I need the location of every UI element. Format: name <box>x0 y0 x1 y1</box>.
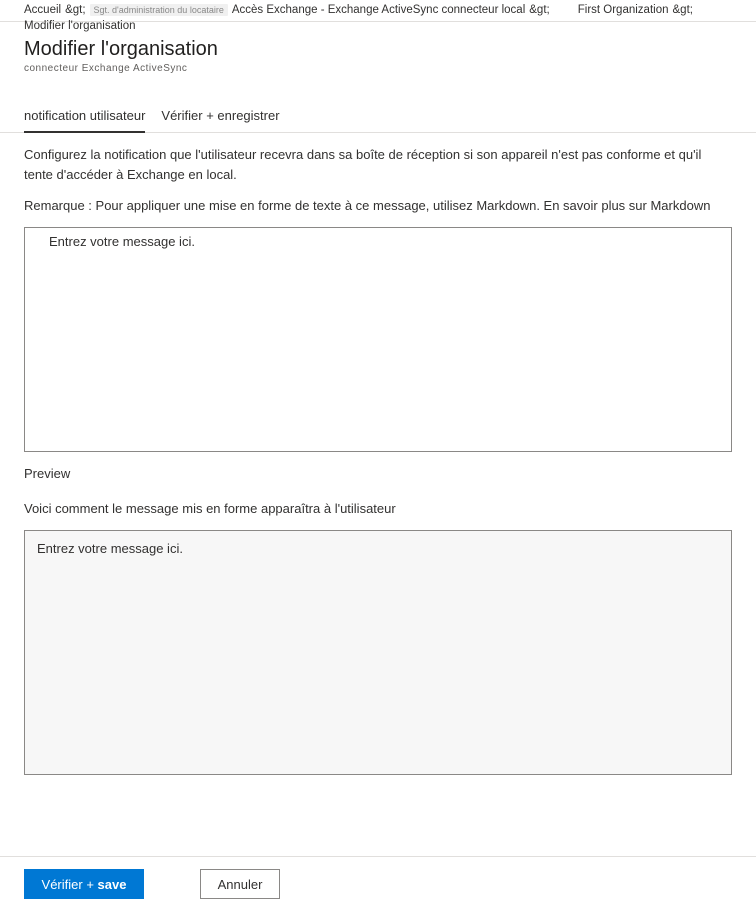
page-subtitle: connecteur Exchange ActiveSync <box>24 63 732 74</box>
breadcrumb-home[interactable]: Accueil <box>24 4 61 16</box>
breadcrumb-sep: &gt; <box>529 4 549 16</box>
verify-save-button[interactable]: Vérifier + save <box>24 869 144 899</box>
breadcrumb-tenant-admin[interactable]: Sgt. d'administration du locataire <box>90 4 228 16</box>
breadcrumb-sep: &gt; <box>65 4 85 16</box>
content-area: Configurez la notification que l'utilisa… <box>0 133 756 775</box>
breadcrumb-first-org[interactable]: First Organization <box>578 4 669 16</box>
preview-content: Entrez votre message ici. <box>37 541 183 556</box>
page-title: Modifier l'organisation <box>24 38 732 61</box>
preview-label: Preview <box>24 466 732 481</box>
message-input[interactable] <box>25 228 731 451</box>
preview-description: Voici comment le message mis en forme ap… <box>24 501 732 516</box>
breadcrumb-modify-org: Modifier l'organisation <box>24 20 136 32</box>
breadcrumb: Accueil &gt; Sgt. d'administration du lo… <box>0 0 756 22</box>
tab-notification-user[interactable]: notification utilisateur <box>24 102 145 133</box>
breadcrumb-sep: &gt; <box>673 4 693 16</box>
tab-verify-save[interactable]: Vérifier + enregistrer <box>161 102 279 133</box>
cancel-button[interactable]: Annuler <box>200 869 280 899</box>
breadcrumb-exchange-access[interactable]: Accès Exchange - Exchange ActiveSync con… <box>232 4 525 16</box>
verify-save-prefix: Vérifier + <box>42 877 98 892</box>
verify-save-bold: save <box>98 877 127 892</box>
markdown-remark: Remarque : Pour appliquer une mise en fo… <box>24 198 732 213</box>
preview-box: Entrez votre message ici. <box>24 530 732 775</box>
tabs: notification utilisateur Vérifier + enre… <box>0 78 756 133</box>
notification-description: Configurez la notification que l'utilisa… <box>24 145 732 184</box>
message-editor-container <box>24 227 732 452</box>
footer-actions: Vérifier + save Annuler <box>0 856 756 911</box>
